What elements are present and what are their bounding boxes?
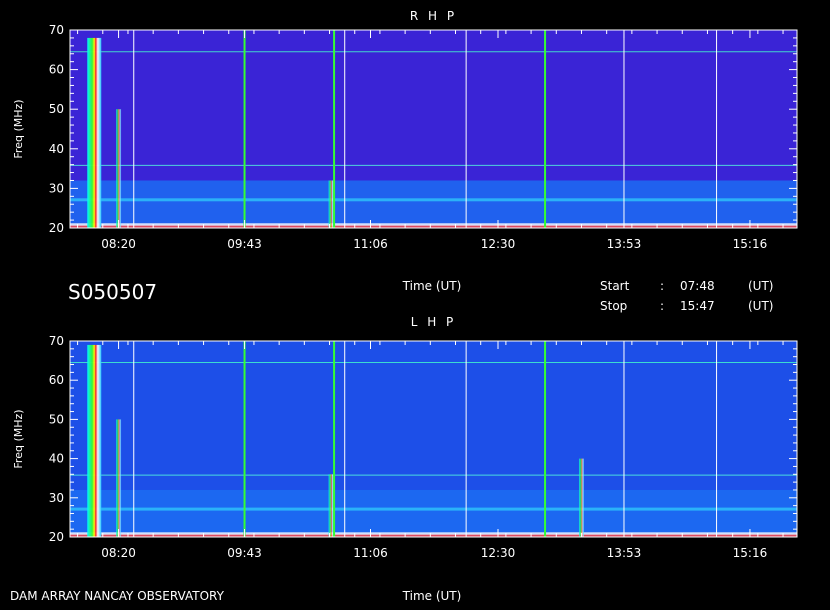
spectrogram-panel-lhp: 20 30 40 50 60 70 08:20 09:43 11:06 12:30 13:53 15:…	[12, 315, 798, 603]
radio-burst	[578, 458, 584, 537]
low-freq-band	[70, 180, 797, 228]
panel-title: R H P	[410, 9, 457, 23]
x-axis-label: Time (UT)	[402, 589, 462, 603]
y-tick-label: 40	[49, 142, 64, 156]
y-tick-label: 30	[49, 491, 64, 505]
footer-observatory: DAM ARRAY NANCAY OBSERVATORY	[10, 589, 224, 603]
y-tick-label: 60	[49, 373, 64, 387]
x-tick-label: 15:16	[733, 237, 768, 251]
panel-title: L H P	[411, 315, 457, 329]
radio-burst	[328, 474, 334, 537]
start-time: 07:48	[680, 279, 715, 293]
x-tick-label: 08:20	[101, 237, 136, 251]
y-tick-label: 70	[49, 334, 64, 348]
y-tick-label: 40	[49, 452, 64, 466]
low-freq-band	[70, 489, 797, 537]
band-27mhz	[70, 198, 797, 202]
y-axis-label: Freq (MHz)	[12, 409, 25, 468]
x-tick-label: 12:30	[481, 237, 516, 251]
radio-burst	[328, 180, 334, 228]
band-20mhz	[70, 534, 797, 537]
radio-burst	[116, 419, 122, 537]
x-tick-label: 08:20	[101, 546, 136, 560]
radio-burst	[116, 109, 122, 228]
stop-sep: :	[660, 299, 665, 313]
x-tick-label: 13:53	[607, 546, 642, 560]
stop-label: Stop	[600, 299, 628, 313]
y-tick-label: 50	[49, 102, 64, 116]
x-tick-label: 11:06	[353, 237, 388, 251]
start-unit: (UT)	[748, 279, 774, 293]
stop-time: 15:47	[680, 299, 715, 313]
x-tick-label: 12:30	[481, 546, 516, 560]
band-20mhz	[70, 225, 797, 228]
y-tick-label: 70	[49, 23, 64, 37]
y-tick-label: 50	[49, 412, 64, 426]
x-axis-label: Time (UT)	[402, 279, 462, 293]
y-axis-label: Freq (MHz)	[12, 99, 25, 158]
radio-burst	[87, 37, 102, 228]
start-sep: :	[660, 279, 665, 293]
x-tick-label: 09:43	[227, 546, 262, 560]
stop-unit: (UT)	[748, 299, 774, 313]
x-tick-label: 11:06	[353, 546, 388, 560]
band-27mhz	[70, 507, 797, 511]
x-tick-label: 09:43	[227, 237, 262, 251]
x-tick-label: 13:53	[607, 237, 642, 251]
y-tick-label: 30	[49, 181, 64, 195]
y-tick-label: 60	[49, 63, 64, 77]
start-label: Start	[600, 279, 630, 293]
y-tick-label: 20	[49, 530, 64, 544]
x-tick-label: 15:16	[733, 546, 768, 560]
y-tick-label: 20	[49, 221, 64, 235]
radio-burst	[87, 344, 102, 537]
observation-id: S050507	[68, 280, 158, 304]
spectrogram-panel-rhp: 20 30 40 50 60 70 08:20 09:43 11:06 12:30 13:53 15:…	[12, 9, 798, 293]
